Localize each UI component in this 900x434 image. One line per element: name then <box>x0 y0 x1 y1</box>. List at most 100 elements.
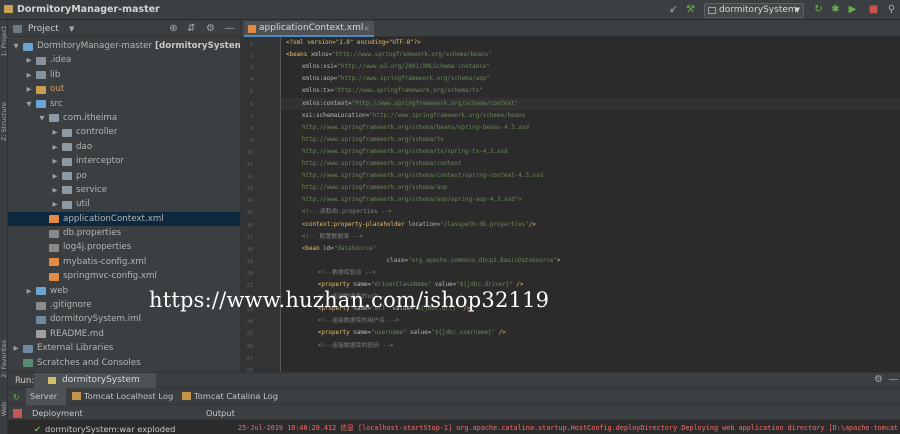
tree-item[interactable]: ▶ dao <box>8 140 240 154</box>
project-tool-tab[interactable]: 1: Project <box>0 26 8 57</box>
tree-item-label: applicationContext.xml <box>63 213 164 224</box>
server-tabs: Server Tomcat Localhost Log Tomcat Catal… <box>8 388 900 405</box>
line-number: 26 <box>246 343 253 350</box>
file-icon <box>36 301 46 310</box>
tree-item[interactable]: README.md <box>8 327 240 341</box>
chevron-right-icon[interactable]: ▶ <box>51 154 59 168</box>
run-coverage-icon[interactable]: ▶ <box>846 4 859 16</box>
line-number: 5 <box>249 89 253 96</box>
tree-item[interactable]: ▶ util <box>8 197 240 211</box>
tree-item[interactable]: ▼ com.itheima <box>8 111 240 125</box>
chevron-down-icon[interactable]: ▼ <box>25 97 33 111</box>
file-icon <box>49 243 59 252</box>
stop-icon[interactable] <box>13 409 22 418</box>
code-line: xmlns:xsi="http://www.w3.org/2001/XMLSch… <box>301 64 490 71</box>
tree-item[interactable]: dormitorySystem.iml <box>8 312 240 326</box>
tree-item-label: log4j.properties <box>63 242 132 253</box>
tree-item[interactable]: ▶ out <box>8 82 240 96</box>
settings-gear-icon[interactable]: ⚙ <box>872 374 885 386</box>
line-number: 20 <box>246 270 253 277</box>
tab-tomcat-localhost-log[interactable]: Tomcat Localhost Log <box>68 388 176 405</box>
locate-icon[interactable]: ⊕ <box>168 23 179 34</box>
tree-item[interactable]: applicationContext.xml <box>8 211 240 227</box>
chevron-right-icon[interactable]: ▶ <box>51 125 59 139</box>
folder-icon <box>36 71 46 80</box>
tab-applicationcontext-xml[interactable]: applicationContext.xml × <box>244 21 374 37</box>
chevron-right-icon[interactable]: ▶ <box>12 341 20 355</box>
tree-item[interactable]: ▶ interceptor <box>8 154 240 168</box>
chevron-right-icon[interactable]: ▶ <box>51 183 59 197</box>
code-editor[interactable]: <?xml version="1.0" encoding="UTF-8"?> <b… <box>281 37 900 372</box>
tree-item[interactable]: ▶ service <box>8 183 240 197</box>
back-arrow-icon[interactable]: ↙ <box>667 4 680 16</box>
hide-panel-icon[interactable]: — <box>887 374 900 386</box>
tree-item[interactable]: ▶ lib <box>8 68 240 82</box>
line-number-gutter: 1 2 3 4 5 6 7 8 9 10 11 12 13 14 15 16 17 18 19 20 21 22 23 24 2… <box>241 37 281 374</box>
tree-item[interactable]: ▼ DormitoryManager-master [dormitorySyste… <box>8 39 264 53</box>
chevron-down-icon[interactable]: ▼ <box>12 39 20 53</box>
chevron-right-icon[interactable]: ▶ <box>51 197 59 211</box>
tree-item[interactable]: ▼ src <box>8 97 240 111</box>
tree-item-label: po <box>76 170 87 181</box>
structure-tool-tab[interactable]: Z: Structure <box>0 102 8 141</box>
collapse-all-icon[interactable]: ⇵ <box>186 23 197 34</box>
chevron-right-icon[interactable]: ▶ <box>25 284 33 298</box>
chevron-right-icon[interactable]: ▶ <box>51 169 59 183</box>
line-number: 6 <box>249 101 253 108</box>
deployment-column-header: Deployment <box>32 408 83 418</box>
favorites-tool-tab[interactable]: 2: Favorites <box>0 340 8 378</box>
tree-item-label: controller <box>76 127 118 138</box>
run-tab-label: dormitorySystem <box>62 375 140 385</box>
folder-icon <box>36 85 46 94</box>
tree-item[interactable]: ▶ .idea <box>8 53 240 67</box>
output-log-line: 25-Jul-2019 10:40:20.412 信息 [localhost-s… <box>238 424 899 432</box>
tree-item[interactable]: ▶ controller <box>8 125 240 139</box>
code-line: <bean id="dataSource" <box>301 245 377 252</box>
code-line: <!--数据库驱动 --> <box>317 269 376 276</box>
tree-item-label: src <box>50 98 63 109</box>
tree-item[interactable]: ▶ External Libraries <box>8 341 240 355</box>
chevron-right-icon[interactable]: ▶ <box>51 140 59 154</box>
chevron-down-icon[interactable]: ▼ <box>38 111 46 125</box>
tab-tomcat-catalina-log[interactable]: Tomcat Catalina Log <box>178 388 278 405</box>
folder-icon <box>36 56 46 65</box>
xml-file-icon <box>248 25 256 33</box>
file-icon <box>49 229 59 238</box>
deployment-item[interactable]: ✔ dormitorySystem:war exploded <box>34 424 175 434</box>
stop-icon[interactable]: ■ <box>867 4 880 16</box>
tree-item-label: web <box>50 285 68 296</box>
debug-icon[interactable]: ✱ <box>829 4 842 16</box>
rerun-icon[interactable]: ↻ <box>812 4 825 16</box>
tree-item[interactable]: ▶ po <box>8 169 240 183</box>
settings-gear-icon[interactable]: ⚙ <box>205 23 216 34</box>
tree-item[interactable]: springmvc-config.xml <box>8 269 240 283</box>
tree-item[interactable]: db.properties <box>8 226 240 240</box>
code-line: <context:property-placeholder location="… <box>301 221 536 228</box>
project-view-selector[interactable]: Project <box>28 24 59 34</box>
chevron-down-icon: ▼ <box>794 6 800 14</box>
close-icon[interactable]: × <box>363 21 370 36</box>
chevron-right-icon[interactable]: ▶ <box>25 53 33 67</box>
chevron-right-icon[interactable]: ▶ <box>25 68 33 82</box>
chevron-right-icon[interactable]: ▶ <box>25 82 33 96</box>
deployment-header: Deployment Output <box>8 405 900 420</box>
build-hammer-icon[interactable]: ⚒ <box>684 4 697 16</box>
package-icon <box>62 186 72 195</box>
run-configuration-select[interactable]: dormitorySystem ▼ <box>704 3 804 18</box>
run-tab-dormitorysystem[interactable]: dormitorySystem <box>34 373 156 388</box>
search-icon[interactable]: ⚲ <box>885 4 898 16</box>
tree-item[interactable]: log4j.properties <box>8 240 240 254</box>
web-tool-tab[interactable]: Web <box>0 402 8 416</box>
watermark-text: https://www.huzhan.com/ishop32119 <box>149 288 550 312</box>
tree-item-label: .gitignore <box>50 300 92 311</box>
tab-server[interactable]: Server <box>26 388 66 405</box>
code-line: http://www.springframework.org/schema/co… <box>301 173 544 180</box>
rerun-icon[interactable]: ↻ <box>13 393 22 402</box>
tree-item[interactable]: Scratches and Consoles <box>8 356 240 370</box>
left-tool-strip: 1: Project Z: Structure 2: Favorites Web <box>0 20 8 434</box>
hide-panel-icon[interactable]: — <box>224 23 235 34</box>
tree-item-label: README.md <box>50 328 104 339</box>
code-line: http://www.springframework.org/schema/co… <box>301 161 462 167</box>
chevron-down-icon[interactable]: ▼ <box>69 25 74 33</box>
tree-item[interactable]: mybatis-config.xml <box>8 255 240 269</box>
